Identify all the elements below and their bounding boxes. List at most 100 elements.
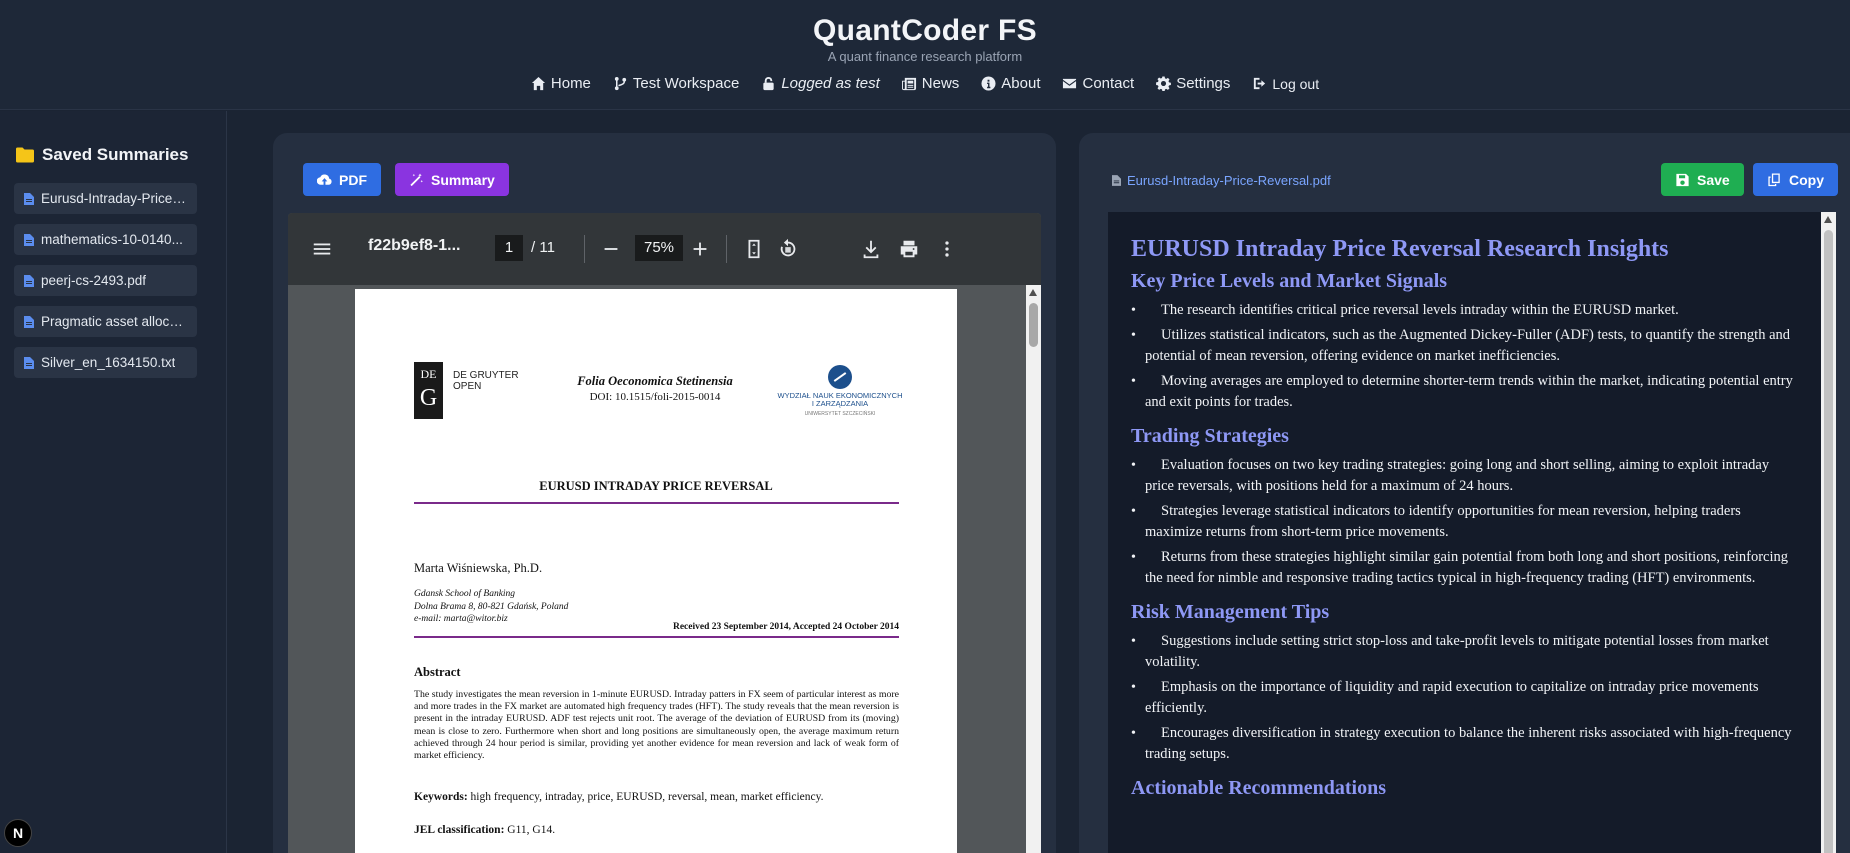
scrollbar-thumb[interactable]	[1029, 303, 1038, 347]
toolbar-divider	[584, 235, 585, 263]
fit-page-icon	[748, 239, 760, 259]
zoom-in-button[interactable]	[686, 235, 714, 263]
scroll-up-arrow-icon[interactable]	[1824, 216, 1832, 223]
pdf-panel: PDF Summary f22b9ef8-1... 1 / 11 75% DE …	[273, 133, 1056, 853]
save-button[interactable]: Save	[1661, 163, 1744, 196]
pdf-file-title: f22b9ef8-1...	[368, 237, 461, 254]
section-heading: Risk Management Tips	[1131, 601, 1330, 623]
file-icon	[24, 192, 34, 205]
nav-about-label: About	[1001, 75, 1041, 92]
bullet-item: Returns from these strategies highlight …	[1131, 547, 1801, 589]
more-vertical-icon	[945, 241, 949, 257]
keywords-text: high frequency, intraday, price, EURUSD,…	[470, 791, 824, 803]
publisher-line1: DE GRUYTER	[453, 370, 519, 381]
nav-news-label: News	[921, 75, 960, 92]
floppy-disk-icon	[1676, 173, 1689, 186]
brand-tagline: A quant finance research platform	[827, 49, 1023, 64]
nav-about[interactable]: About	[981, 75, 1040, 92]
nav-settings[interactable]: Settings	[1156, 75, 1230, 92]
nav-logout-label: Log out	[1272, 75, 1320, 92]
nav-contact[interactable]: Contact	[1062, 75, 1134, 92]
divider-rule	[414, 502, 899, 504]
zoom-out-button[interactable]	[597, 235, 625, 263]
saved-summary-item[interactable]: Eurusd-Intraday-Price-...	[14, 183, 197, 214]
abstract-text: The study investigates the mean reversio…	[414, 689, 899, 762]
summary-button[interactable]: Summary	[395, 163, 509, 196]
affiliation-email: e-mail: marta@witor.biz	[414, 614, 508, 624]
summary-title: EURUSD Intraday Price Reversal Research …	[1131, 236, 1669, 262]
saved-summary-label: peerj-cs-2493.pdf	[41, 273, 147, 288]
bullet-item: Emphasis on the importance of liquidity …	[1131, 677, 1801, 719]
info-icon	[981, 76, 996, 91]
save-button-label: Save	[1697, 171, 1730, 188]
page-count: / 11	[531, 239, 555, 256]
home-icon	[531, 76, 545, 91]
publisher-name: DE GRUYTER OPEN	[453, 370, 519, 392]
page-number-input[interactable]: 1	[495, 235, 523, 261]
brand-title: QuantCoder FS	[813, 14, 1037, 47]
download-icon	[863, 240, 879, 259]
copy-button[interactable]: Copy	[1753, 163, 1838, 196]
saved-summary-item[interactable]: peerj-cs-2493.pdf	[14, 265, 197, 296]
saved-summary-label: Eurusd-Intraday-Price-...	[41, 191, 187, 206]
affiliation-line1: Gdansk School of Banking	[414, 589, 516, 599]
newspaper-icon	[901, 77, 916, 91]
section-bullets: Evaluation focuses on two key trading st…	[1131, 455, 1801, 589]
plus-icon	[693, 242, 707, 256]
logout-icon	[1254, 77, 1266, 90]
bullet-item: Suggestions include setting strict stop-…	[1131, 631, 1801, 673]
de-gruyter-logo: DE G	[414, 362, 443, 419]
author-affiliation: Gdansk School of Banking Dolna Brama 8, …	[414, 588, 568, 626]
rotate-icon	[780, 238, 796, 257]
journal-header: Folia Oeconomica Stetinensia DOI: 10.151…	[555, 374, 755, 403]
printer-icon	[900, 240, 918, 258]
nav-home[interactable]: Home	[531, 75, 591, 92]
logo-top-text: DE	[420, 367, 437, 381]
print-button[interactable]	[895, 235, 923, 263]
copy-icon	[1768, 172, 1780, 186]
magic-wand-icon	[410, 172, 423, 186]
nextjs-dev-badge[interactable]: N	[4, 819, 32, 847]
download-button[interactable]	[857, 235, 885, 263]
nav-logged-as: Logged as test	[761, 75, 880, 92]
pdf-viewer: f22b9ef8-1... 1 / 11 75% DE G DE GRUYTER…	[288, 213, 1041, 853]
jel-label: JEL classification:	[414, 824, 505, 836]
saved-summaries-list: Eurusd-Intraday-Price-... mathematics-10…	[14, 183, 197, 388]
affiliation-line2: Dolna Brama 8, 80-821 Gdańsk, Poland	[414, 601, 569, 612]
pdf-upload-button[interactable]: PDF	[303, 163, 381, 196]
saved-summary-item[interactable]: Pragmatic asset allocat...	[14, 306, 197, 337]
bullet-item: Moving averages are employed to determin…	[1131, 371, 1801, 413]
bullet-item: Encourages diversification in strategy e…	[1131, 723, 1801, 765]
bullet-item: Strategies leverage statistical indicato…	[1131, 501, 1801, 543]
pdf-toolbar: f22b9ef8-1... 1 / 11 75%	[288, 213, 1041, 285]
scroll-up-arrow-icon[interactable]	[1029, 289, 1037, 296]
menu-button[interactable]	[308, 235, 336, 263]
summary-output: EURUSD Intraday Price Reversal Research …	[1108, 212, 1836, 853]
zoom-level-input[interactable]: 75%	[635, 235, 683, 261]
file-icon	[24, 315, 34, 328]
cloud-upload-icon	[317, 173, 332, 185]
pdf-scrollbar[interactable]	[1026, 285, 1041, 853]
file-icon	[24, 274, 34, 287]
summary-file-link[interactable]: Eurusd-Intraday-Price-Reversal.pdf	[1112, 173, 1331, 188]
saved-summary-item[interactable]: Silver_en_1634150.txt	[14, 347, 197, 378]
fit-page-button[interactable]	[740, 235, 768, 263]
file-icon	[24, 356, 34, 369]
more-options-button[interactable]	[933, 235, 961, 263]
nav-news[interactable]: News	[901, 75, 960, 92]
keywords: Keywords: high frequency, intraday, pric…	[414, 791, 899, 803]
summary-scrollbar[interactable]	[1821, 212, 1836, 853]
rotate-button[interactable]	[774, 235, 802, 263]
nav-test-workspace[interactable]: Test Workspace	[613, 75, 739, 92]
keywords-label: Keywords:	[414, 791, 468, 803]
summary-content: EURUSD Intraday Price Reversal Research …	[1131, 236, 1801, 807]
scrollbar-thumb[interactable]	[1824, 230, 1833, 853]
saved-summary-item[interactable]: mathematics-10-0140...	[14, 224, 197, 255]
pdf-button-label: PDF	[339, 171, 367, 188]
bullet-item: The research identifies critical price r…	[1131, 300, 1801, 321]
paper-author: Marta Wiśniewska, Ph.D.	[414, 561, 543, 575]
nav-logout[interactable]: Log out	[1252, 75, 1319, 92]
saved-summaries-title: Saved Summaries	[42, 145, 189, 164]
section-heading: Trading Strategies	[1131, 425, 1289, 447]
app-header: QuantCoder FS A quant finance research p…	[0, 0, 1850, 110]
